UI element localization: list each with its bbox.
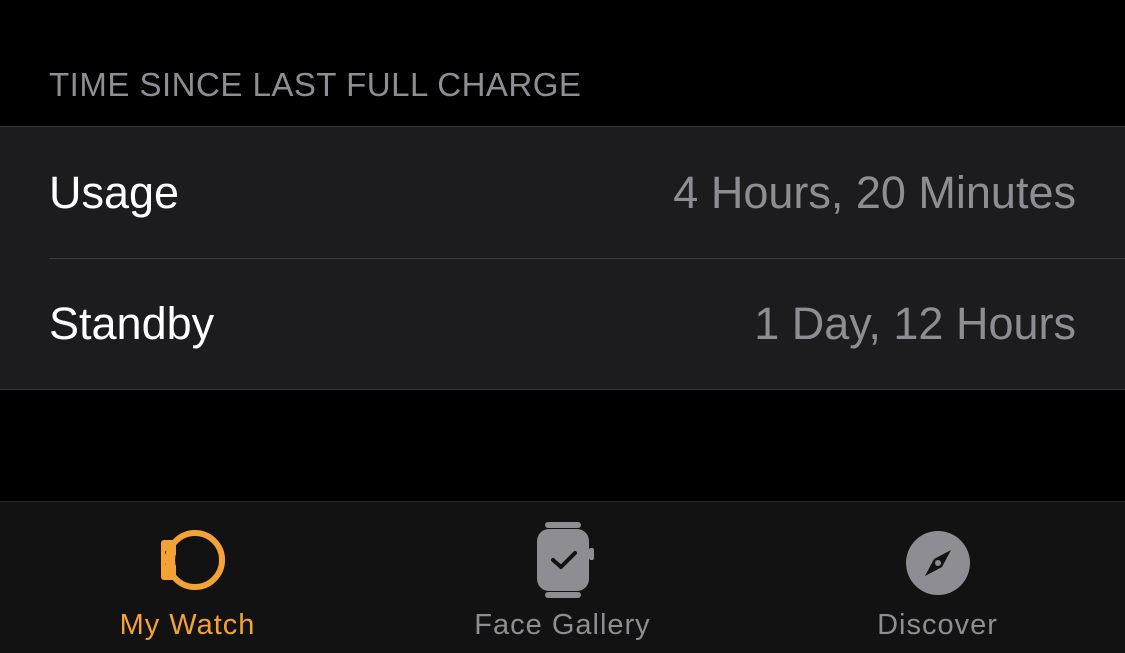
- battery-usage-screen: TIME SINCE LAST FULL CHARGE Usage 4 Hour…: [0, 0, 1125, 653]
- watch-face-icon: [523, 520, 603, 600]
- standby-value: 1 Day, 12 Hours: [754, 297, 1076, 349]
- tab-discover[interactable]: Discover: [750, 502, 1125, 653]
- section-header: TIME SINCE LAST FULL CHARGE: [49, 66, 582, 103]
- compass-icon: [898, 520, 978, 600]
- standby-label: Standby: [49, 297, 215, 349]
- tab-bar: My Watch Face Gallery Discover: [0, 501, 1125, 653]
- standby-row: Standby 1 Day, 12 Hours: [0, 258, 1125, 389]
- tab-face-gallery-label: Face Gallery: [474, 609, 651, 641]
- usage-row: Usage 4 Hours, 20 Minutes: [0, 127, 1125, 258]
- usage-value: 4 Hours, 20 Minutes: [673, 166, 1076, 218]
- tab-my-watch-label: My Watch: [119, 609, 256, 641]
- tab-my-watch[interactable]: My Watch: [0, 502, 375, 653]
- usage-group: Usage 4 Hours, 20 Minutes Standby 1 Day,…: [0, 126, 1125, 390]
- watch-icon: [148, 520, 228, 600]
- usage-label: Usage: [49, 166, 180, 218]
- tab-face-gallery[interactable]: Face Gallery: [375, 502, 750, 653]
- tab-discover-label: Discover: [877, 609, 998, 641]
